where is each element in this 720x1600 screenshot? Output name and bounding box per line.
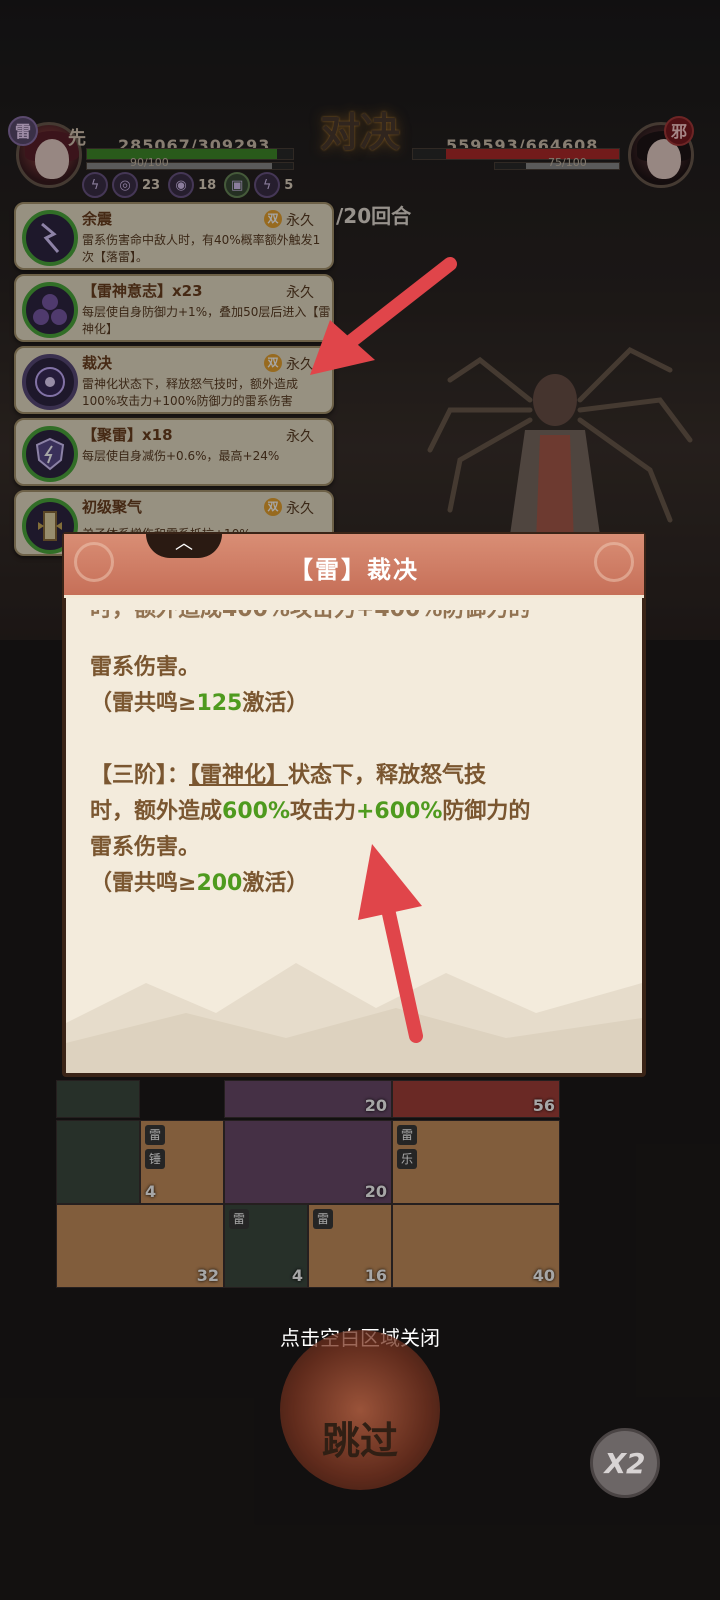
- chevron-up-icon: ︿: [175, 533, 193, 554]
- annotation-arrow-skill: [310, 257, 457, 375]
- popup-partial-line: 时，额外造成400%攻击力+400%防御力的: [90, 610, 560, 628]
- speed-x2-button[interactable]: X2: [590, 1428, 660, 1498]
- popup-title: 【雷】裁决: [289, 556, 419, 584]
- annotation-arrow-tier: [358, 844, 423, 1043]
- tier-description: 【三阶】：【雷神化】状态下，释放怒气技: [90, 763, 487, 788]
- tier-description-cont: 时，额外造成600%攻击力+600%防御力的: [90, 799, 531, 824]
- activation-condition: （雷共鸣≥125激活）: [90, 691, 309, 716]
- skip-button[interactable]: 跳过: [280, 1330, 440, 1490]
- skip-label: 跳过: [321, 1418, 398, 1463]
- collapse-button[interactable]: ︿: [146, 534, 222, 558]
- effect-line: 雷系伤害。: [90, 655, 201, 680]
